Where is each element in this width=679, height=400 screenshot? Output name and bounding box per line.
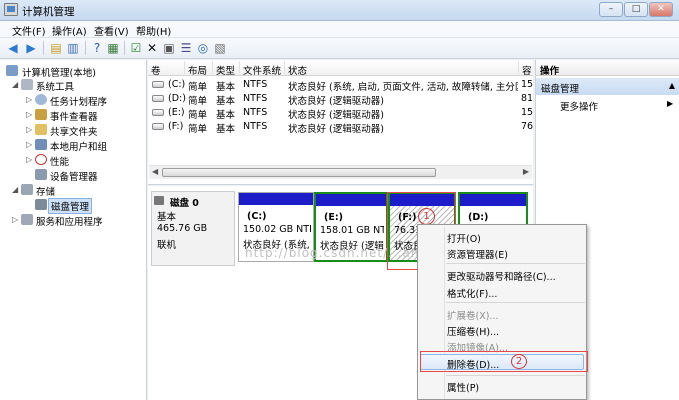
menu-view[interactable]: 查看(V) xyxy=(94,23,129,38)
properties-icon[interactable]: ▦ xyxy=(106,41,120,55)
expand-icon[interactable]: ▷ xyxy=(26,95,34,104)
close-button[interactable]: ✕ xyxy=(649,2,673,17)
collapse-icon[interactable]: ◢ xyxy=(12,185,20,194)
collapse-icon[interactable]: ◢ xyxy=(12,80,20,89)
annotation-circle-1: 1 xyxy=(418,208,435,225)
column-header-filesystem[interactable]: 文件系统 xyxy=(240,61,285,77)
actions-header: 操作 xyxy=(536,60,679,77)
annotation-box-delete xyxy=(420,351,588,372)
performance-icon xyxy=(35,154,47,165)
check-icon[interactable]: ☑ xyxy=(129,41,143,55)
annotation-circle-2: 2 xyxy=(511,354,527,369)
ctx-properties[interactable]: 属性(P) xyxy=(447,380,479,394)
maximize-button[interactable]: □ xyxy=(624,2,648,17)
back-icon[interactable]: ◀ xyxy=(6,41,20,55)
volume-list-header: 卷 布局 类型 文件系统 状态 容 xyxy=(148,60,533,77)
export-icon[interactable]: ☰ xyxy=(179,41,193,55)
submenu-arrow-icon: ▶ xyxy=(667,99,674,108)
column-header-status[interactable]: 状态 xyxy=(285,61,519,77)
more-actions-item[interactable]: 更多操作 ▶ xyxy=(560,99,673,113)
forward-icon[interactable]: ▶ xyxy=(24,41,38,55)
scroll-left-icon[interactable]: ◀ xyxy=(152,167,158,176)
horizontal-scrollbar[interactable]: ◀ ▶ xyxy=(149,165,532,179)
computer-management-icon xyxy=(4,3,18,16)
actions-section-disk-management[interactable]: 磁盘管理 ▲ xyxy=(536,78,679,95)
volume-icon xyxy=(152,109,164,116)
tools-icon xyxy=(21,79,33,90)
table-row[interactable]: (E:) 简单 基本 NTFS 状态良好 (逻辑驱动器) 15 xyxy=(148,105,533,121)
console-icon[interactable]: ▣ xyxy=(162,41,176,55)
disk-state: 联机 xyxy=(157,240,177,251)
ctx-shrink-volume[interactable]: 压缩卷(H)... xyxy=(447,324,499,338)
disk-name: 磁盘 0 xyxy=(170,198,199,209)
ctx-open[interactable]: 打开(O) xyxy=(447,231,481,245)
volume-icon xyxy=(152,81,164,88)
expand-icon[interactable]: ▷ xyxy=(26,140,34,149)
ctx-extend-volume: 扩展卷(X)... xyxy=(447,311,499,322)
context-menu: 打开(O) 资源管理器(E) 更改驱动器号和路径(C)... 格式化(F)...… xyxy=(417,224,587,400)
volume-icon xyxy=(152,123,164,130)
scrollbar-thumb[interactable] xyxy=(162,168,436,177)
toolbar: ◀ ▶ ▤ ▥ ? ▦ ☑ ✕ ▣ ☰ ◎ ▧ xyxy=(0,38,679,59)
column-header-layout[interactable]: 布局 xyxy=(185,61,213,77)
show-hide-tree-icon[interactable]: ▥ xyxy=(66,41,80,55)
disk-0-info[interactable]: 磁盘 0 基本 465.76 GB 联机 xyxy=(151,191,235,266)
search-icon[interactable]: ◎ xyxy=(196,41,210,55)
settings-icon[interactable]: ▧ xyxy=(213,41,227,55)
scroll-right-icon[interactable]: ▶ xyxy=(523,167,529,176)
table-row[interactable]: (F:) 简单 基本 NTFS 状态良好 (逻辑驱动器) 76 xyxy=(148,119,533,135)
menu-action[interactable]: 操作(A) xyxy=(52,23,87,38)
menu-file[interactable]: 文件(F) xyxy=(12,23,46,38)
column-header-capacity[interactable]: 容 xyxy=(519,61,533,77)
device-manager-icon xyxy=(35,169,47,180)
ctx-format[interactable]: 格式化(F)... xyxy=(447,286,497,300)
expand-icon[interactable]: ▷ xyxy=(26,155,34,164)
storage-icon xyxy=(21,184,33,195)
clock-icon xyxy=(35,94,47,105)
column-header-volume[interactable]: 卷 xyxy=(148,61,185,77)
computer-icon xyxy=(6,65,18,76)
column-header-type[interactable]: 类型 xyxy=(213,61,240,77)
expand-icon[interactable]: ▷ xyxy=(26,110,34,119)
table-row[interactable]: (D:) 简单 基本 NTFS 状态良好 (逻辑驱动器) 81 xyxy=(148,91,533,107)
ctx-explorer[interactable]: 资源管理器(E) xyxy=(447,247,508,261)
computer-management-window: 计算机管理 – □ ✕ 文件(F) 操作(A) 查看(V) 帮助(H) ◀ ▶ … xyxy=(0,0,679,400)
navigation-tree: 计算机管理(本地) ◢ 系统工具 ▷ 任务计划程序 ▷ 事件查看器 ▷ 共享文件… xyxy=(0,60,147,400)
expand-icon[interactable]: ▷ xyxy=(12,215,20,224)
collapse-up-icon[interactable]: ▲ xyxy=(669,81,675,90)
disk-size: 465.76 GB xyxy=(157,223,208,234)
menu-help[interactable]: 帮助(H) xyxy=(136,23,171,38)
help-icon[interactable]: ? xyxy=(90,41,104,55)
users-icon xyxy=(35,139,47,150)
volume-icon xyxy=(152,95,164,102)
title-bar: 计算机管理 – □ ✕ xyxy=(0,0,679,21)
disk-management-icon xyxy=(35,199,47,210)
ctx-change-drive-letter[interactable]: 更改驱动器号和路径(C)... xyxy=(447,269,556,283)
volume-list: 卷 布局 类型 文件系统 状态 容 (C:) 简单 基本 NTFS 状态良好 (… xyxy=(148,60,533,185)
up-folder-icon[interactable]: ▤ xyxy=(49,41,63,55)
event-viewer-icon xyxy=(35,109,47,120)
services-icon xyxy=(21,214,33,225)
shared-folder-icon xyxy=(35,124,47,135)
disk-icon xyxy=(154,196,164,205)
expand-icon[interactable]: ▷ xyxy=(26,125,34,134)
window-title: 计算机管理 xyxy=(22,6,75,18)
menu-bar: 文件(F) 操作(A) 查看(V) 帮助(H) xyxy=(0,21,679,38)
minimize-button[interactable]: – xyxy=(599,2,623,17)
table-row[interactable]: (C:) 简单 基本 NTFS 状态良好 (系统, 启动, 页面文件, 活动, … xyxy=(148,77,533,93)
delete-icon[interactable]: ✕ xyxy=(145,41,159,55)
disk-type: 基本 xyxy=(157,212,177,223)
